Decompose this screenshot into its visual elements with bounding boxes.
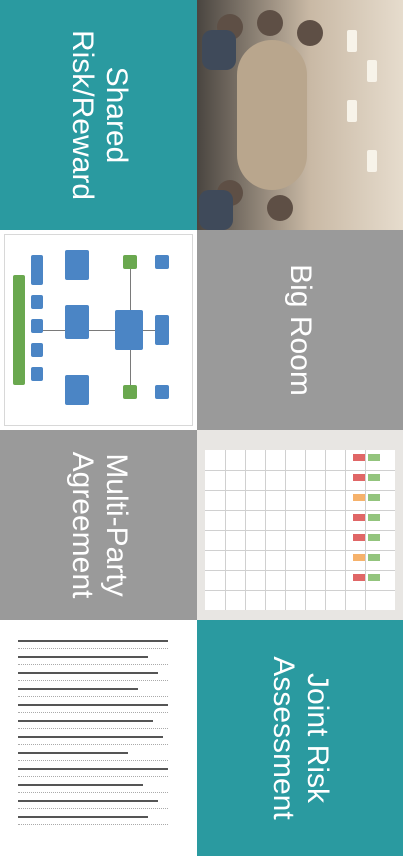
diagram-connector: [130, 269, 131, 310]
ceiling-light: [347, 30, 357, 52]
joint-risk-assessment-label: Joint Risk Assessment: [267, 656, 334, 820]
risk-register-spreadsheet: [197, 430, 403, 620]
diagram-connector: [89, 330, 115, 331]
diagram-box: [31, 343, 43, 357]
spreadsheet-grid: [205, 450, 395, 610]
big-room-label: Big Room: [284, 264, 317, 396]
shared-risk-reward-label: Shared Risk/Reward: [65, 29, 133, 201]
diagram-box: [31, 255, 43, 285]
diagram-box: [31, 295, 43, 309]
diagram-box: [65, 375, 89, 405]
org-diagram: [0, 230, 197, 430]
multi-party-agreement-label: Multi-Party Agreement: [65, 451, 133, 599]
person: [297, 20, 323, 46]
diagram-box: [155, 255, 169, 269]
diagram-box: [123, 255, 137, 269]
shared-risk-reward-tile: Shared Risk/Reward: [0, 0, 197, 230]
multi-party-agreement-tile: Multi-Party Agreement: [0, 430, 197, 620]
joint-risk-assessment-tile: Joint Risk Assessment: [197, 620, 403, 856]
person: [202, 30, 236, 70]
diagram-box: [115, 310, 143, 350]
diagram-canvas: [4, 234, 193, 426]
ceiling-light: [347, 100, 357, 122]
big-room-photo: [197, 0, 403, 230]
diagram-box: [13, 275, 25, 385]
agreement-document: [0, 620, 197, 856]
diagram-box: [123, 385, 137, 399]
diagram-box: [155, 315, 169, 345]
big-room-tile: Big Room: [197, 230, 403, 430]
diagram-connector: [43, 330, 65, 331]
diagram-box: [31, 319, 43, 333]
collage: Shared Risk/Reward Big Room Multi-Party …: [0, 0, 403, 856]
ceiling-light: [367, 150, 377, 172]
conference-table: [237, 40, 307, 190]
diagram-connector: [143, 330, 155, 331]
ceiling-light: [367, 60, 377, 82]
diagram-box: [31, 367, 43, 381]
person: [267, 195, 293, 221]
person: [257, 10, 283, 36]
diagram-box: [155, 385, 169, 399]
diagram-connector: [130, 350, 131, 385]
person: [199, 190, 233, 230]
diagram-box: [65, 250, 89, 280]
diagram-box: [65, 305, 89, 339]
